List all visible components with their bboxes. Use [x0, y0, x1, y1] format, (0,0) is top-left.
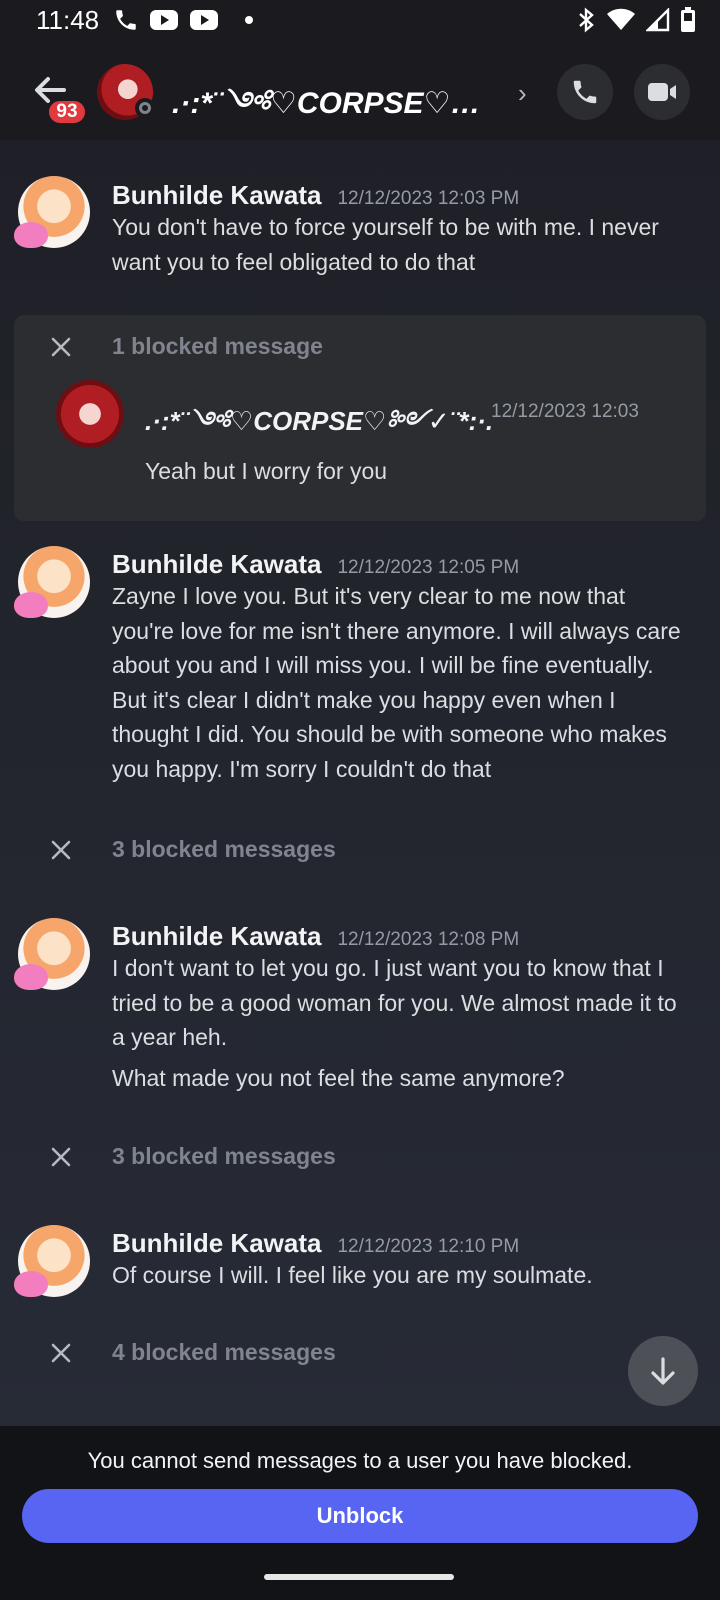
message-timestamp: 12/12/2023 12:10 PM [337, 1236, 520, 1257]
blocked-label[interactable]: 3 blocked messages [112, 836, 336, 863]
home-gesture-handle[interactable] [264, 1574, 454, 1580]
status-indicator [135, 98, 155, 118]
unread-badge: 93 [46, 98, 88, 126]
message-author[interactable]: Bunhilde Kawata [112, 549, 321, 580]
navigation-bar [0, 1556, 720, 1600]
blocked-message-group: 3 blocked messages [0, 830, 720, 870]
message-text: What made you not feel the same anymore? [112, 1065, 565, 1091]
avatar[interactable] [14, 546, 90, 618]
blocked-label[interactable]: 1 blocked message [112, 333, 323, 360]
call-icon [573, 80, 597, 104]
voice-call-button[interactable] [557, 64, 613, 120]
message-timestamp: 12/12/2023 12:03 PM [337, 188, 520, 209]
blocked-message-group: 3 blocked messages [0, 1137, 720, 1177]
signal-icon [646, 8, 670, 32]
message-text: Zayne I love you. But it's very clear to… [112, 583, 681, 782]
phone-icon [116, 10, 136, 30]
wifi-icon [607, 8, 635, 30]
scroll-to-bottom-button[interactable] [628, 1336, 698, 1406]
blocked-message-group: 4 blocked messages [0, 1333, 720, 1373]
youtube-icon [190, 10, 219, 30]
close-icon[interactable] [50, 336, 72, 358]
avatar[interactable] [14, 918, 90, 990]
message-timestamp: 12/12/2023 12:03 [491, 401, 639, 422]
unblock-button[interactable]: Unblock [22, 1489, 698, 1543]
message-text: Of course I will. I feel like you are my… [112, 1262, 593, 1288]
message-text: I don't want to let you go. I just want … [112, 955, 677, 1050]
message-text: You don't have to force yourself to be w… [112, 214, 659, 275]
video-call-button[interactable] [634, 64, 690, 120]
message-timestamp: 12/12/2023 12:08 PM [337, 929, 520, 950]
blocked-label[interactable]: 3 blocked messages [112, 1143, 336, 1170]
notification-dot-icon [245, 16, 254, 24]
chat-header: 93 .·:*¨༺♡CORPSE♡… › [0, 40, 720, 140]
close-icon[interactable] [50, 839, 72, 861]
chevron-right-icon[interactable]: › [518, 78, 527, 109]
bluetooth-icon [579, 7, 594, 33]
youtube-icon [150, 10, 179, 30]
avatar[interactable] [14, 1225, 90, 1297]
message-author[interactable]: Bunhilde Kawata [112, 921, 321, 952]
blocked-notice: You cannot send messages to a user you h… [87, 1448, 633, 1473]
blocked-footer: You cannot send messages to a user you h… [0, 1426, 720, 1556]
message-timestamp: 12/12/2023 12:05 PM [337, 557, 520, 578]
message-author[interactable]: .·:*¨༺♡CORPSE♡༻✓¨*:·. [145, 393, 493, 466]
close-icon[interactable] [50, 1146, 72, 1168]
arrow-down-icon [651, 1357, 675, 1385]
message-list[interactable]: Bunhilde Kawata 12/12/2023 12:03 PM You … [0, 140, 720, 1426]
close-icon[interactable] [50, 1342, 72, 1364]
status-bar: 11:48 [0, 0, 720, 40]
message-author[interactable]: Bunhilde Kawata [112, 180, 321, 211]
avatar[interactable] [56, 380, 124, 448]
avatar[interactable] [14, 176, 90, 248]
video-icon [648, 83, 676, 101]
status-time: 11:48 [36, 4, 100, 35]
battery-icon [681, 7, 695, 32]
message-author[interactable]: Bunhilde Kawata [112, 1228, 321, 1259]
blocked-message-group: 1 blocked message .·:*¨༺♡CORPSE♡༻✓¨*:·. … [14, 315, 706, 521]
message-text: Yeah but I worry for you [145, 458, 388, 484]
blocked-label[interactable]: 4 blocked messages [112, 1339, 336, 1366]
